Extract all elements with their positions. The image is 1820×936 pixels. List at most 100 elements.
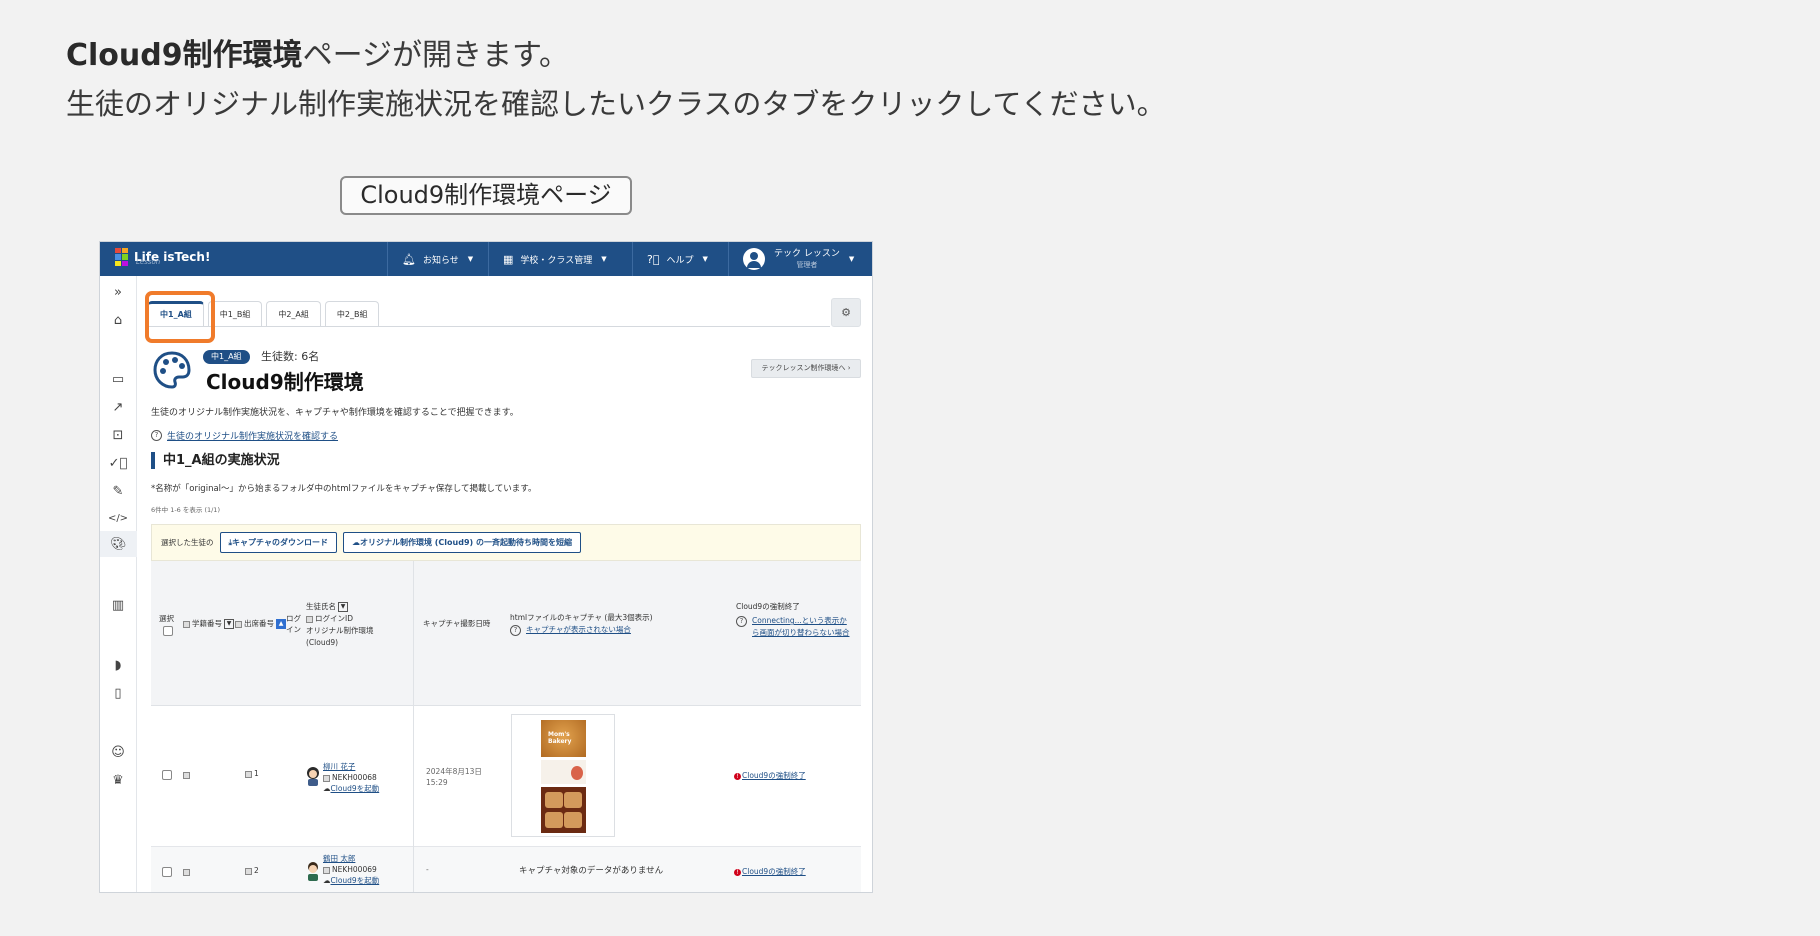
launch-cloud9-link[interactable]: Cloud9を起動 <box>331 784 380 793</box>
palette-icon <box>153 351 191 389</box>
column-toggle-icon <box>245 867 252 875</box>
user-info: テック レッスン 管理者 <box>774 249 840 270</box>
sort-icon[interactable]: ▲ <box>276 619 286 629</box>
nav-notices[interactable]: 🔔︎ お知らせ ▼ <box>387 242 488 276</box>
launch-cloud9-link[interactable]: Cloud9を起動 <box>331 876 380 885</box>
th-attendance-no-label: 出席番号 <box>244 619 274 628</box>
th-html-capture: htmlファイルのキャプチャ (最大3個表示) ? キャプチャが表示されない場合 <box>510 612 653 636</box>
column-toggle-icon <box>323 866 330 874</box>
thumbnail-hero: Mom's Bakery <box>541 720 586 757</box>
capture-help-link[interactable]: キャプチャが表示されない場合 <box>526 624 631 636</box>
chevron-down-icon: ▼ <box>848 255 855 263</box>
goto-lesson-env-button[interactable]: テックレッスン制作環境へ › <box>751 359 861 378</box>
th-login: ログイン <box>286 614 301 634</box>
login-id: NEKH00068 <box>332 773 377 782</box>
error-icon: ! <box>734 773 741 780</box>
nav-school[interactable]: ▦ 学校・クラス管理 ▼ <box>488 242 632 276</box>
chevron-down-icon: ▼ <box>601 255 607 263</box>
check-circle-icon[interactable]: ✓⃝ <box>108 453 128 473</box>
instruction-line-2: 生徒のオリジナル制作実施状況を確認したいクラスのタブをクリックしてください。 <box>66 87 1166 121</box>
capture-note: *名称が「original～」から始まるフォルダ中のhtmlファイルをキャプチャ… <box>151 484 537 494</box>
shorten-startup-label: オリジナル制作環境 (Cloud9) の一斉起動待ち時間を短縮 <box>359 538 572 547</box>
th-select-label: 選択 <box>159 614 174 623</box>
chevron-right-icon: › <box>847 364 851 372</box>
expand-sidebar-icon[interactable]: » <box>108 282 128 302</box>
page-title: Cloud9制作環境 <box>206 370 364 394</box>
force-help-link-line1[interactable]: Connecting...という表示か <box>752 615 850 627</box>
force-stop-cell: ! Cloud9の強制終了 <box>734 866 806 877</box>
nav-user-menu[interactable]: テック レッスン 管理者 ▼ <box>728 242 872 276</box>
student-name-link[interactable]: 鶴田 太郎 <box>323 853 379 864</box>
bulk-action-bar: 選択した生徒の ⤓キャプチャのダウンロード ☁オリジナル制作環境 (Cloud9… <box>151 524 861 561</box>
smile-icon[interactable]: ☺ <box>108 742 128 762</box>
force-stop-link[interactable]: Cloud9の強制終了 <box>742 867 806 876</box>
capture-time: 2024年8月13日 15:29 <box>426 766 482 788</box>
select-all-checkbox[interactable] <box>163 626 173 636</box>
tab-class-2a[interactable]: 中2_A組 <box>266 301 321 326</box>
help-circle-icon: ?⃝ <box>647 252 660 266</box>
bulk-action-label: 選択した生徒の <box>161 538 214 547</box>
th-attendance-no[interactable]: 出席番号 ▲ <box>235 618 286 630</box>
screenshot-caption: Cloud9制作環境ページ <box>340 176 632 215</box>
sort-icon[interactable]: ▼ <box>224 619 234 629</box>
palette-icon[interactable]: 🎨︎ <box>100 531 137 557</box>
building-icon: ▦ <box>503 252 514 266</box>
table-header: 選択 学籍番号 ▼ 出席番号 ▲ ログイン 生徒氏名 ▼ ログインID オリジナル制作… <box>151 561 861 706</box>
student-info: 柳川 花子 NEKH00068 ☁Cloud9を起動 <box>323 761 379 794</box>
column-toggle-icon <box>183 620 190 628</box>
nav-help[interactable]: ?⃝ ヘルプ ▼ <box>632 242 728 276</box>
goto-lesson-env-label: テックレッスン制作環境へ <box>761 364 846 372</box>
chevron-down-icon: ▼ <box>467 255 474 263</box>
presentation-icon[interactable]: ⊡ <box>108 425 128 445</box>
download-capture-button[interactable]: ⤓キャプチャのダウンロード <box>219 532 337 553</box>
th-force-stop-label: Cloud9の強制終了 <box>736 602 800 611</box>
row-checkbox[interactable] <box>162 770 172 780</box>
sort-icon[interactable]: ▼ <box>338 602 348 612</box>
terminal-icon[interactable]: ▭ <box>108 369 128 389</box>
thumbnail-bottom <box>541 787 586 833</box>
logo-subtext: Lesson <box>136 258 161 266</box>
column-toggle-icon <box>323 774 330 782</box>
page-description: 生徒のオリジナル制作実施状況を、キャプチャや制作環境を確認することで把握できます… <box>151 408 519 418</box>
logo[interactable]: Life isTech! <box>115 248 210 266</box>
settings-button[interactable]: ⚙ <box>831 298 861 327</box>
login-id: NEKH00069 <box>332 865 377 874</box>
force-stop-link[interactable]: Cloud9の強制終了 <box>742 771 806 780</box>
trend-icon[interactable]: ↗ <box>108 397 128 417</box>
capture-time: - <box>426 865 429 874</box>
paging-info: 6件中 1-6 を表示 (1/1) <box>151 506 220 514</box>
trophy-icon[interactable]: ♛ <box>108 770 128 790</box>
code-icon[interactable]: </> <box>108 508 128 528</box>
th-login-id-label: ログインID <box>315 614 353 623</box>
tab-class-1b[interactable]: 中1_B組 <box>207 301 263 326</box>
pencil-icon[interactable]: ✎ <box>108 481 128 501</box>
column-toggle-icon <box>306 615 313 623</box>
tab-highlight-frame <box>145 291 215 343</box>
help-circle-icon: ? <box>736 616 747 627</box>
force-help-link-line2[interactable]: ら画面が切り替わらない場合 <box>752 627 850 639</box>
instruction-line-1: Cloud9制作環境ページが開きます。 <box>66 38 570 73</box>
cloud-icon: ☁ <box>323 784 331 793</box>
user-avatar-icon <box>743 248 765 270</box>
chart-icon[interactable]: ▥ <box>108 595 128 615</box>
tab-class-2b[interactable]: 中2_B組 <box>324 301 380 326</box>
table-row: 2 鶴田 太郎 NEKH00069 ☁Cloud9を起動 - キャプチャ対象のデ… <box>151 847 861 892</box>
student-name-link[interactable]: 柳川 花子 <box>323 761 379 772</box>
shorten-startup-button[interactable]: ☁オリジナル制作環境 (Cloud9) の一斉起動待ち時間を短縮 <box>342 532 581 553</box>
column-toggle-icon <box>235 620 242 628</box>
document-icon[interactable]: ▯ <box>108 683 128 703</box>
student-count: 生徒数: 6名 <box>261 350 320 363</box>
th-cloud9-env-sub: (Cloud9) <box>306 638 339 647</box>
th-student-no-label: 学籍番号 <box>192 619 222 628</box>
beginner-mark-icon[interactable]: ◗ <box>108 655 128 675</box>
th-student-name: 生徒氏名 ▼ ログインID オリジナル制作環境 (Cloud9) <box>306 601 374 649</box>
user-role: 管理者 <box>796 260 818 269</box>
capture-clock: 15:29 <box>426 778 448 787</box>
row-checkbox[interactable] <box>162 867 172 877</box>
th-capture-time: キャプチャ撮影日時 <box>423 619 491 628</box>
home-icon[interactable]: ⌂ <box>108 310 128 330</box>
nav-school-label: 学校・クラス管理 <box>520 255 593 266</box>
help-link[interactable]: 生徒のオリジナル制作実施状況を確認する <box>167 429 338 442</box>
capture-thumbnail[interactable]: Mom's Bakery <box>511 714 615 837</box>
th-student-no[interactable]: 学籍番号 ▼ <box>183 618 234 630</box>
